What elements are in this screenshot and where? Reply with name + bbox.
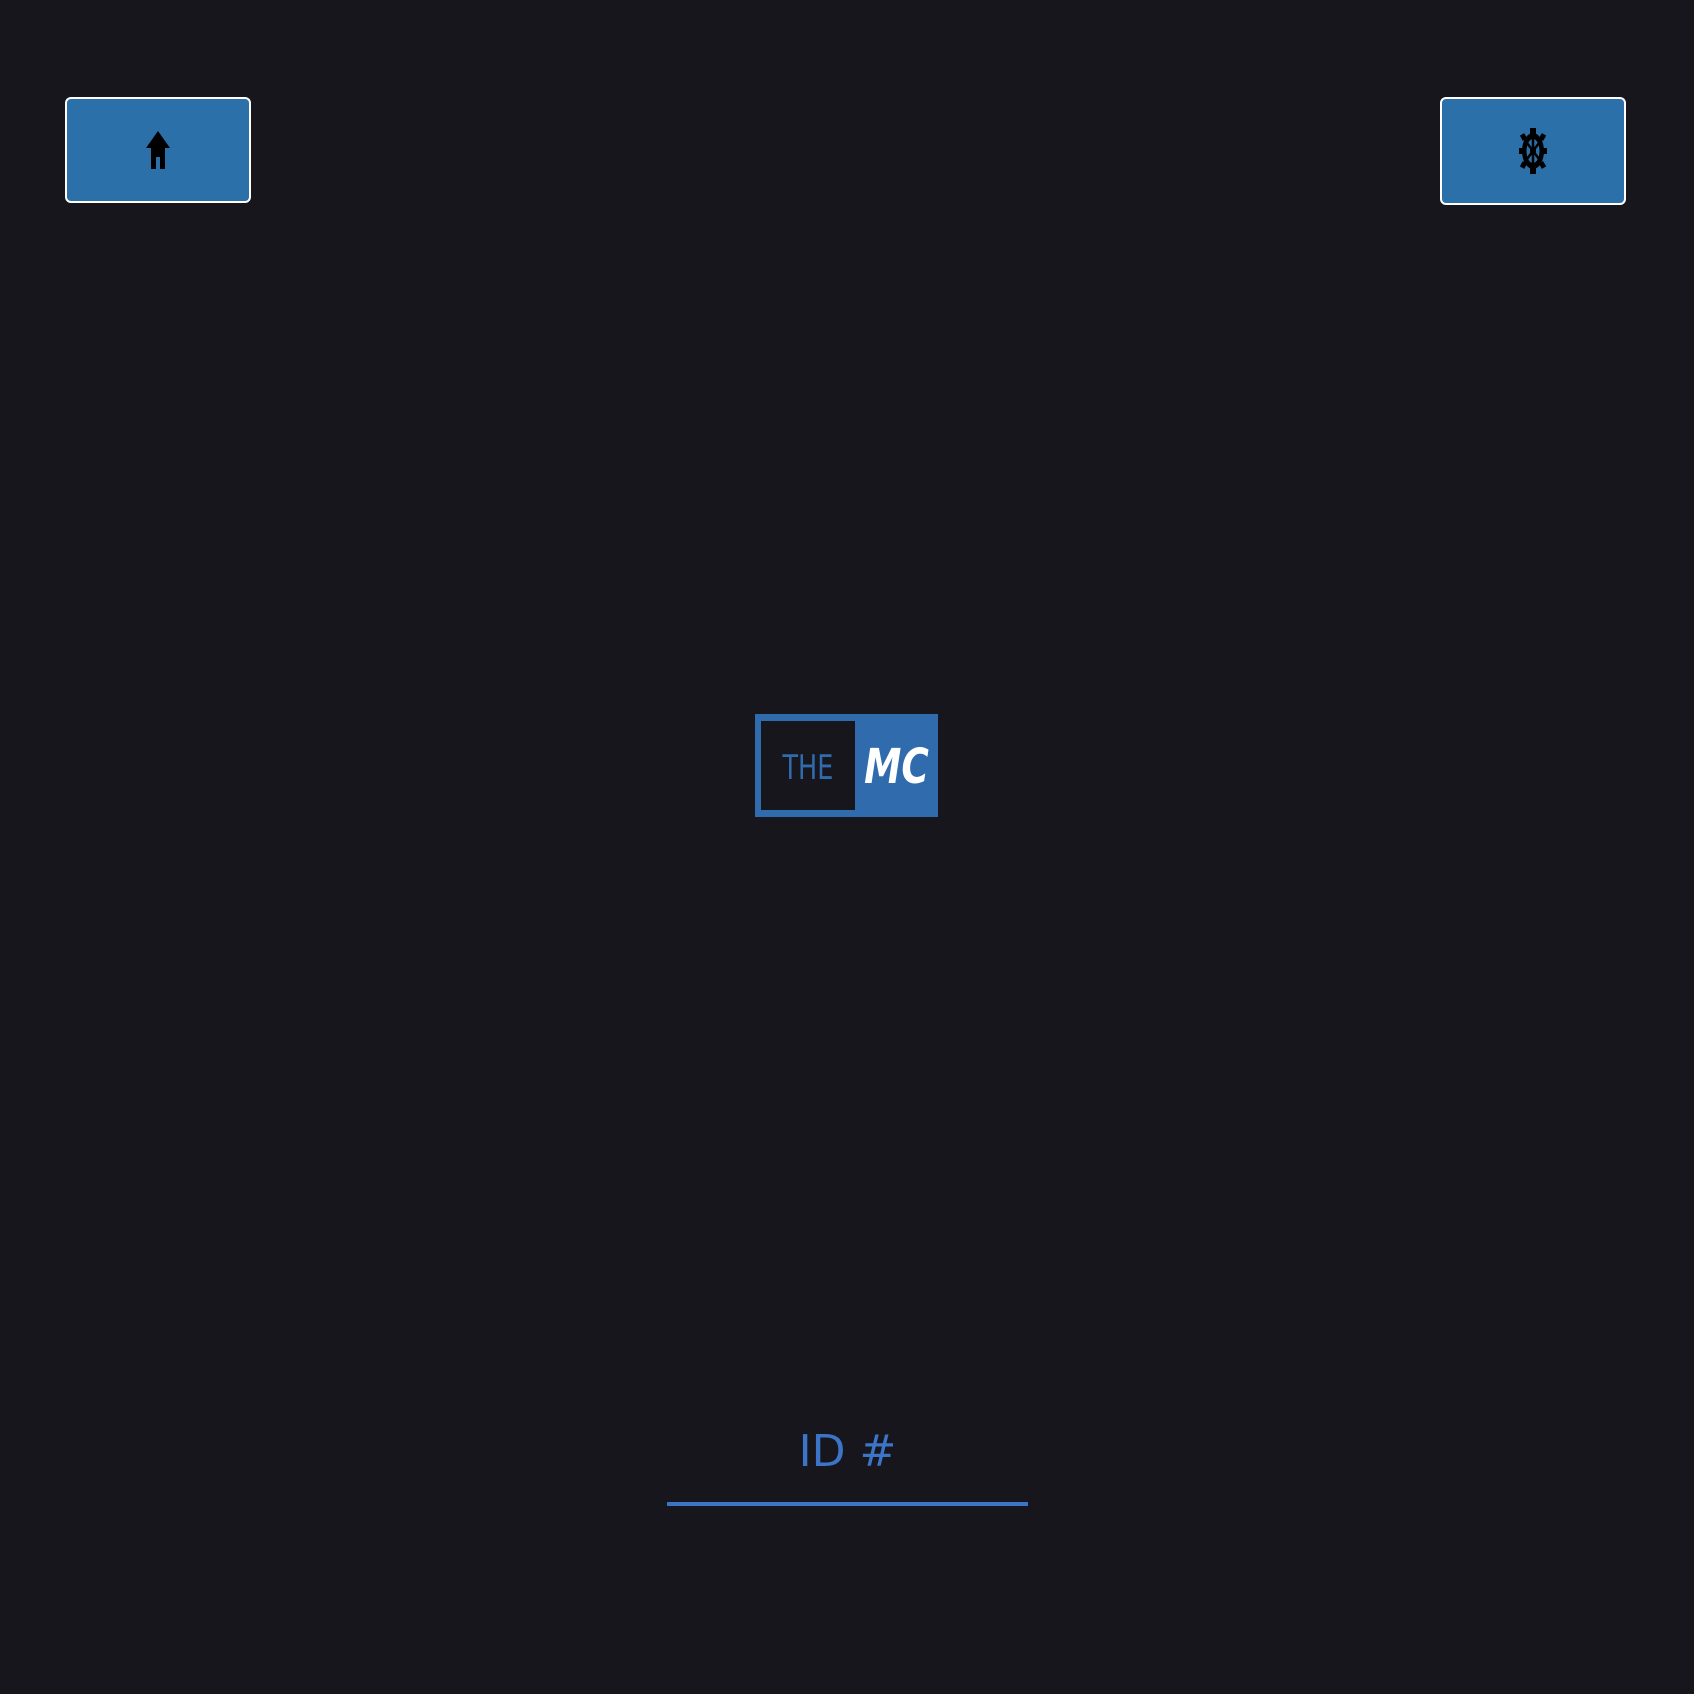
gear-icon xyxy=(1519,128,1547,174)
logo-mc-text: MC xyxy=(864,738,929,795)
settings-button[interactable] xyxy=(1440,97,1626,205)
id-field xyxy=(667,1400,1028,1506)
logo-right-panel: MC xyxy=(855,714,938,817)
home-icon xyxy=(145,130,171,170)
home-button[interactable] xyxy=(65,97,251,203)
id-input[interactable] xyxy=(667,1400,1028,1506)
app-logo: THE MC xyxy=(755,714,938,817)
logo-left-panel: THE xyxy=(761,721,855,810)
logo-the-text: THE xyxy=(782,747,834,788)
